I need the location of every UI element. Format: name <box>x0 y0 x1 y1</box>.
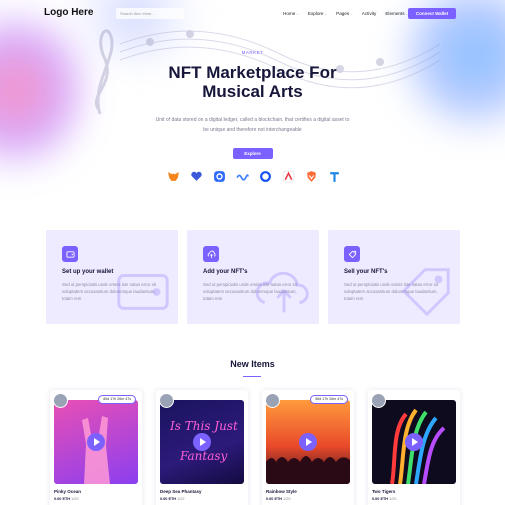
explore-button[interactable]: Explore <box>232 148 273 159</box>
section-title-underline <box>243 376 261 377</box>
play-button[interactable] <box>299 433 317 451</box>
hero-badge: MARKET <box>241 50 264 55</box>
edition-count: 1/20 <box>389 497 397 501</box>
hero-title: NFT Marketplace For Musical Arts <box>168 63 337 101</box>
countdown-badge: 85d 17h 26m 47s <box>98 395 136 404</box>
feature-card-add-nft: Add your NFT's Sed ut perspiciatis unde … <box>187 230 319 324</box>
metamask-icon[interactable] <box>166 169 180 183</box>
wallet-icon <box>62 246 78 262</box>
edition-count: 1/22 <box>177 497 185 501</box>
new-items-grid: 85d 17h 26m 47s Pinky Ocean 0.00 ETH 1/2… <box>50 390 460 505</box>
price-label: 0.00 ETH <box>372 497 389 501</box>
nft-price: 0.00 ETH 1/20 <box>266 497 350 501</box>
nft-name[interactable]: Deep Sea Phantasy <box>160 489 244 494</box>
nav-pages[interactable]: Pages <box>336 11 353 16</box>
connect-wallet-button[interactable]: Connect Wallet <box>408 8 456 19</box>
main-nav: Home Explore Pages Activity Elements <box>283 11 408 16</box>
nft-image[interactable] <box>54 400 138 484</box>
nft-price: 0.00 ETH 1/20 <box>54 497 138 501</box>
nft-name[interactable]: Two Tigers <box>372 489 456 494</box>
nft-price: 0.00 ETH 1/20 <box>372 497 456 501</box>
nft-name[interactable]: Rainbow Style <box>266 489 350 494</box>
play-button[interactable] <box>405 433 423 451</box>
circle-icon[interactable] <box>258 169 272 183</box>
price-label: 0.00 ETH <box>160 497 177 501</box>
features-row: Set up your wallet Sed ut perspiciatis u… <box>46 230 460 324</box>
cloud-watermark-icon <box>255 271 309 313</box>
avatar[interactable] <box>159 393 174 408</box>
nav-home[interactable]: Home <box>283 11 299 16</box>
search-input[interactable]: Search Item Here... <box>116 8 184 19</box>
price-label: 0.00 ETH <box>266 497 283 501</box>
nft-card[interactable]: 85d 17h 26m 47s Pinky Ocean 0.00 ETH 1/2… <box>50 390 142 505</box>
section-title-new-items: New Items <box>230 359 275 369</box>
avatar[interactable] <box>53 393 68 408</box>
upload-cloud-icon <box>203 246 219 262</box>
wave-icon[interactable] <box>235 169 249 183</box>
svg-text:Fantasy: Fantasy <box>179 449 228 463</box>
nav-activity[interactable]: Activity <box>362 11 377 16</box>
nft-image[interactable] <box>372 400 456 484</box>
arrow-up-icon[interactable] <box>281 169 295 183</box>
avatar[interactable] <box>371 393 386 408</box>
wallet-icons-row <box>166 169 341 183</box>
shield-icon[interactable] <box>304 169 318 183</box>
t-icon[interactable] <box>327 169 341 183</box>
nft-image[interactable] <box>266 400 350 484</box>
nft-name[interactable]: Pinky Ocean <box>54 489 138 494</box>
logo[interactable]: Logo Here <box>44 7 93 18</box>
feature-card-wallet: Set up your wallet Sed ut perspiciatis u… <box>46 230 178 324</box>
countdown-badge: 56d 17h 26m 47s <box>310 395 348 404</box>
nft-card[interactable]: 56d 17h 26m 47s Rainbow Style 0.00 ETH 1… <box>262 390 354 505</box>
nft-price: 0.00 ETH 1/22 <box>160 497 244 501</box>
svg-text:Is This Just: Is This Just <box>169 419 238 433</box>
play-button[interactable] <box>87 433 105 451</box>
nft-card[interactable]: Is This Just Fantasy Deep Sea Phantasy 0.… <box>156 390 248 505</box>
nft-card[interactable]: Two Tigers 0.00 ETH 1/20 <box>368 390 460 505</box>
feature-card-sell-nft: Sell your NFT's Sed ut perspiciatis unde… <box>328 230 460 324</box>
hero-section: MARKET NFT Marketplace For Musical Arts … <box>0 50 505 159</box>
wallet-watermark-icon <box>117 274 169 310</box>
nav-explore[interactable]: Explore <box>308 11 327 16</box>
edition-count: 1/20 <box>71 497 79 501</box>
site-header: Logo Here Search Item Here... Home Explo… <box>0 0 505 28</box>
heart-wallet-icon[interactable] <box>189 169 203 183</box>
avatar[interactable] <box>265 393 280 408</box>
tag-icon <box>344 246 360 262</box>
nft-image[interactable]: Is This Just Fantasy <box>160 400 244 484</box>
tag-watermark-icon <box>401 268 450 316</box>
coinbase-icon[interactable] <box>212 169 226 183</box>
hero-description: Unit of data stored on a digital ledger,… <box>155 117 350 133</box>
play-button[interactable] <box>193 433 211 451</box>
edition-count: 1/20 <box>283 497 291 501</box>
price-label: 0.00 ETH <box>54 497 71 501</box>
nav-elements[interactable]: Elements <box>385 11 408 16</box>
